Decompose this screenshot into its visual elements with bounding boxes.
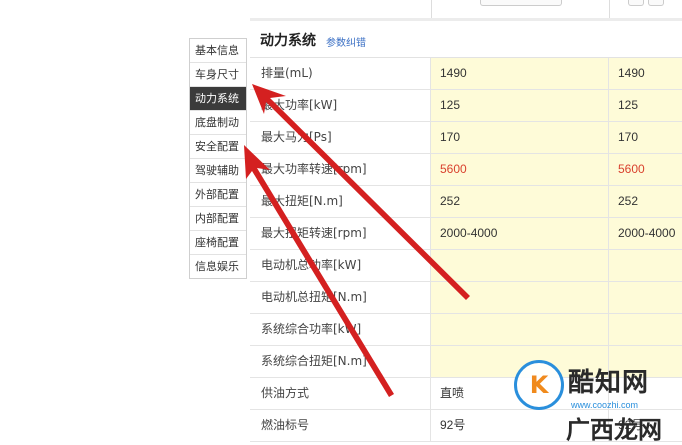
spec-value-car-2: 5600 (609, 154, 682, 185)
spec-value-car-1: 252 (431, 186, 609, 217)
table-row: 最大扭矩转速[rpm] 2000-4000 2000-4000 (250, 218, 682, 250)
section-header: 动力系统 参数纠错 (250, 21, 682, 58)
spec-label: 系统综合扭矩[N.m] (250, 346, 431, 377)
watermark-name: 酷知网 (568, 368, 650, 398)
spec-value-car-1 (431, 250, 609, 281)
site-watermark: K 酷知网 www.coozhi.com 广西龙网 (508, 352, 682, 444)
spec-value-car-1 (431, 314, 609, 345)
spec-value-car-1: 5600 (431, 154, 609, 185)
spec-label: 电动机总功率[kW] (250, 250, 431, 281)
spec-label: 系统综合功率[kW] (250, 314, 431, 345)
spec-value-car-2: 2000-4000 (609, 218, 682, 249)
config-side-nav: 基本信息 车身尺寸 动力系统 底盘制动 安全配置 驾驶辅助 外部配置 内部配置 座椅配置 信息娱乐 (189, 38, 247, 279)
spec-label: 最大功率转速[rpm] (250, 154, 431, 185)
watermark-logo-letter: K (529, 371, 549, 399)
spec-value-car-2 (609, 250, 682, 281)
spec-value-car-1: 2000-4000 (431, 218, 609, 249)
spec-label: 最大扭矩转速[rpm] (250, 218, 431, 249)
column-divider (609, 0, 610, 18)
column-button[interactable] (628, 0, 644, 6)
spec-value-car-1: 170 (431, 122, 609, 153)
spec-value-car-2: 252 (609, 186, 682, 217)
table-row: 排量(mL) 1490 1490 (250, 58, 682, 90)
nav-item[interactable]: 内部配置 (190, 207, 246, 231)
spec-value-car-2: 1490 (609, 58, 682, 89)
nav-item[interactable]: 基本信息 (190, 39, 246, 63)
spec-label: 电动机总扭矩[N.m] (250, 282, 431, 313)
spec-value-car-1: 125 (431, 90, 609, 121)
spec-label: 燃油标号 (250, 410, 431, 441)
spec-label: 最大马力[Ps] (250, 122, 431, 153)
column-divider (431, 0, 432, 18)
nav-item[interactable]: 座椅配置 (190, 231, 246, 255)
spec-label: 最大功率[kW] (250, 90, 431, 121)
table-row: 电动机总功率[kW] (250, 250, 682, 282)
table-row: 最大扭矩[N.m] 252 252 (250, 186, 682, 218)
column-button[interactable] (480, 0, 562, 6)
spec-label: 排量(mL) (250, 58, 431, 89)
report-error-link[interactable]: 参数纠错 (326, 34, 366, 49)
top-strip (250, 0, 682, 21)
spec-value-car-1 (431, 282, 609, 313)
spec-value-car-1: 1490 (431, 58, 609, 89)
spec-value-car-2: 170 (609, 122, 682, 153)
spec-value-car-2 (609, 282, 682, 313)
nav-item[interactable]: 信息娱乐 (190, 255, 246, 278)
nav-item[interactable]: 动力系统 (190, 87, 246, 111)
spec-label: 最大扭矩[N.m] (250, 186, 431, 217)
nav-item[interactable]: 驾驶辅助 (190, 159, 246, 183)
table-row: 电动机总扭矩[N.m] (250, 282, 682, 314)
watermark-url: www.coozhi.com (571, 400, 639, 410)
table-row: 最大功率[kW] 125 125 (250, 90, 682, 122)
nav-item[interactable]: 车身尺寸 (190, 63, 246, 87)
nav-item[interactable]: 底盘制动 (190, 111, 246, 135)
spec-value-car-2: 125 (609, 90, 682, 121)
column-button[interactable] (648, 0, 664, 6)
watermark-subtitle: 广西龙网 (566, 416, 662, 444)
table-row: 最大马力[Ps] 170 170 (250, 122, 682, 154)
table-row: 最大功率转速[rpm] 5600 5600 (250, 154, 682, 186)
spec-value-car-2 (609, 314, 682, 345)
nav-item[interactable]: 外部配置 (190, 183, 246, 207)
table-row: 系统综合功率[kW] (250, 314, 682, 346)
nav-item[interactable]: 安全配置 (190, 135, 246, 159)
section-title: 动力系统 (260, 33, 316, 49)
spec-label: 供油方式 (250, 378, 431, 409)
